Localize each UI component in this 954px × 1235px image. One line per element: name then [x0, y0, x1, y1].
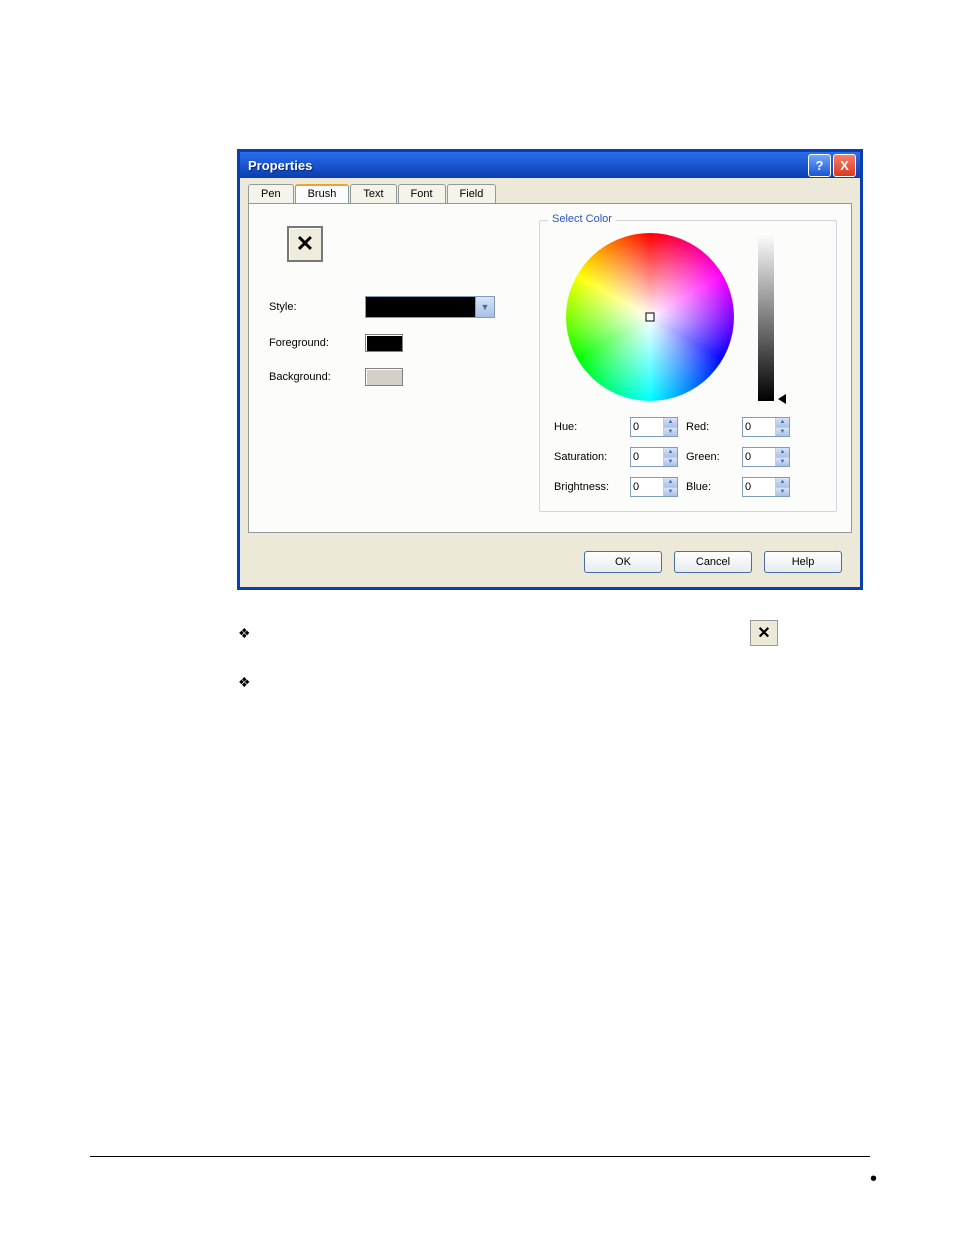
style-dropdown[interactable]: ▼	[365, 296, 495, 318]
color-picker-area	[552, 233, 824, 401]
blue-input[interactable]	[743, 478, 775, 496]
brush-left-column: ✕ Style: ▼ Foreground: Background:	[269, 220, 539, 512]
properties-dialog: Properties ? X Pen Brush Text Font Field…	[238, 150, 862, 589]
tab-font[interactable]: Font	[398, 184, 446, 203]
tab-brush[interactable]: Brush	[295, 184, 350, 203]
green-label: Green:	[686, 451, 742, 463]
footnote-row-2: ❖	[238, 674, 858, 691]
page-divider	[90, 1156, 870, 1157]
tab-field[interactable]: Field	[447, 184, 497, 203]
chevron-down-icon: ▼	[475, 297, 494, 317]
red-up[interactable]: ▲	[776, 418, 789, 428]
hue-input[interactable]	[631, 418, 663, 436]
tab-text[interactable]: Text	[350, 184, 396, 203]
red-input[interactable]	[743, 418, 775, 436]
background-row: Background:	[269, 368, 529, 386]
brightness-input[interactable]	[631, 478, 663, 496]
foreground-row: Foreground:	[269, 334, 529, 352]
color-wheel-cursor[interactable]	[646, 313, 655, 322]
blue-label: Blue:	[686, 481, 742, 493]
bullet-icon: ❖	[238, 674, 251, 691]
no-fill-button[interactable]: ✕	[287, 226, 323, 262]
bri-down[interactable]: ▼	[664, 488, 677, 497]
sat-up[interactable]: ▲	[664, 448, 677, 458]
bri-up[interactable]: ▲	[664, 478, 677, 488]
brightness-slider[interactable]	[758, 233, 780, 401]
color-wheel[interactable]	[566, 233, 734, 401]
hue-spinner[interactable]: ▲▼	[630, 417, 678, 437]
green-up[interactable]: ▲	[776, 448, 789, 458]
titlebar[interactable]: Properties ? X	[240, 152, 860, 178]
no-fill-x-icon: ✕	[296, 233, 314, 255]
background-label: Background:	[269, 371, 365, 383]
ok-button[interactable]: OK	[584, 551, 662, 573]
red-label: Red:	[686, 421, 742, 433]
bullet-icon: ❖	[238, 625, 251, 642]
tabstrip: Pen Brush Text Font Field	[240, 178, 860, 203]
foreground-label: Foreground:	[269, 337, 365, 349]
blue-down[interactable]: ▼	[776, 488, 789, 497]
page-bullet: •	[870, 1168, 877, 1191]
red-down[interactable]: ▼	[776, 428, 789, 437]
background-swatch[interactable]	[365, 368, 403, 386]
brightness-slider-thumb[interactable]	[778, 394, 786, 404]
footnote-row-1: ❖ ✕	[238, 620, 858, 646]
hue-down[interactable]: ▼	[664, 428, 677, 437]
foreground-swatch[interactable]	[365, 334, 403, 352]
hue-up[interactable]: ▲	[664, 418, 677, 428]
tab-pen[interactable]: Pen	[248, 184, 294, 203]
style-label: Style:	[269, 301, 365, 313]
green-input[interactable]	[743, 448, 775, 466]
saturation-spinner[interactable]: ▲▼	[630, 447, 678, 467]
select-color-legend: Select Color	[548, 213, 616, 225]
brightness-slider-track	[758, 233, 774, 401]
footnotes: ❖ ✕ ❖	[238, 620, 858, 719]
brightness-spinner[interactable]: ▲▼	[630, 477, 678, 497]
color-value-grid: Hue: ▲▼ Red: ▲▼ Saturation: ▲▼	[552, 417, 824, 497]
brightness-label: Brightness:	[554, 481, 630, 493]
select-color-group: Select Color Hue: ▲▼	[539, 220, 837, 512]
blue-up[interactable]: ▲	[776, 478, 789, 488]
hue-label: Hue:	[554, 421, 630, 433]
red-spinner[interactable]: ▲▼	[742, 417, 790, 437]
help-button[interactable]: Help	[764, 551, 842, 573]
dialog-button-bar: OK Cancel Help	[240, 541, 860, 587]
titlebar-close-button[interactable]: X	[833, 154, 856, 177]
dialog-title: Properties	[248, 158, 806, 173]
style-row: Style: ▼	[269, 296, 529, 318]
saturation-input[interactable]	[631, 448, 663, 466]
help-icon: ?	[816, 158, 824, 173]
close-icon: X	[840, 158, 849, 173]
blue-spinner[interactable]: ▲▼	[742, 477, 790, 497]
sat-down[interactable]: ▼	[664, 458, 677, 467]
cancel-button[interactable]: Cancel	[674, 551, 752, 573]
green-spinner[interactable]: ▲▼	[742, 447, 790, 467]
footnote-no-fill-icon: ✕	[750, 620, 778, 646]
saturation-label: Saturation:	[554, 451, 630, 463]
green-down[interactable]: ▼	[776, 458, 789, 467]
tab-panel-brush: ✕ Style: ▼ Foreground: Background:	[248, 203, 852, 533]
titlebar-help-button[interactable]: ?	[808, 154, 831, 177]
